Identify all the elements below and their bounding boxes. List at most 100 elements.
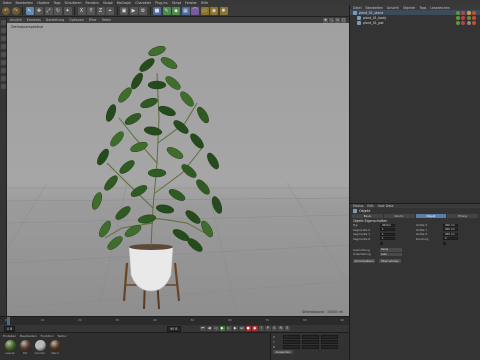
viewport-menu-item[interactable]: Ansicht xyxy=(10,18,22,22)
zoom-icon[interactable]: ⤡ xyxy=(329,17,334,23)
attr-menu-item[interactable]: Modus xyxy=(353,204,363,208)
viewport-menu-item[interactable]: Optionen xyxy=(69,18,84,22)
render-dot-icon[interactable] xyxy=(461,20,465,25)
camera-icon[interactable]: ◉ xyxy=(210,6,218,15)
object-manager-empty-area[interactable] xyxy=(350,25,480,203)
material-tag-icon[interactable] xyxy=(466,15,471,20)
render-picture-viewer-icon[interactable]: ▶ xyxy=(129,6,138,15)
cube-object-icon[interactable]: ■ xyxy=(153,6,161,15)
dropdown-select[interactable]: Auto xyxy=(380,252,402,256)
param-checkbox[interactable] xyxy=(443,241,447,245)
position-x-field[interactable] xyxy=(283,335,300,339)
edges-mode-icon[interactable] xyxy=(0,60,6,65)
viewport-menu-item[interactable]: Tafeln xyxy=(102,18,111,22)
menu-item[interactable]: Simulieren xyxy=(65,1,82,5)
go-to-start-icon[interactable]: ⏮ xyxy=(200,325,206,331)
menu-item[interactable]: MoGraph xyxy=(117,1,131,5)
position-key-icon[interactable]: P xyxy=(265,325,271,331)
menu-item[interactable]: Rendern xyxy=(86,1,99,5)
om-menu-item[interactable]: Datei xyxy=(353,6,362,10)
om-menu-item[interactable]: Bearbeiten xyxy=(366,6,384,10)
scale-tool-icon[interactable]: ⤢ xyxy=(44,6,53,15)
snap-icon[interactable] xyxy=(0,84,6,89)
om-menu-item[interactable]: Objekte xyxy=(403,6,415,10)
material-swatch[interactable]: Pot xyxy=(19,340,31,355)
axis-mode-icon[interactable] xyxy=(0,76,6,81)
param-value[interactable]: 0 xyxy=(443,237,458,241)
tab-object[interactable]: Objekt xyxy=(415,213,447,218)
material-menu-item[interactable]: Textur xyxy=(57,334,66,338)
menu-item[interactable]: Tags xyxy=(53,1,60,5)
points-mode-icon[interactable] xyxy=(0,52,6,57)
menu-item[interactable]: Skript xyxy=(172,1,181,5)
render-settings-icon[interactable]: ⚙ xyxy=(139,6,147,15)
material-swatch[interactable]: Ceramic xyxy=(34,340,46,355)
light-icon[interactable]: ✹ xyxy=(219,6,228,15)
step-back-icon[interactable]: ◁ xyxy=(213,325,219,331)
position-z-field[interactable] xyxy=(283,345,300,349)
material-tag-icon[interactable] xyxy=(466,20,471,25)
rotation-key-icon[interactable]: R xyxy=(278,325,284,331)
material-menu-item[interactable]: Funktion xyxy=(41,334,54,338)
start-frame-field[interactable]: 0 B xyxy=(4,325,16,332)
material-tag-icon[interactable] xyxy=(466,10,471,15)
param-key-icon[interactable]: ⠿ xyxy=(284,325,290,331)
render-dot-icon[interactable] xyxy=(461,10,465,15)
bend-deformer-icon[interactable]: ⌒ xyxy=(191,6,199,15)
viewport-menu-item[interactable]: Darstellung xyxy=(46,18,64,22)
om-menu-item[interactable]: Tags xyxy=(419,6,426,10)
render-dot-icon[interactable] xyxy=(461,15,465,20)
rotation-b-field[interactable] xyxy=(321,345,338,349)
size-x-field[interactable] xyxy=(302,335,319,339)
workplane-icon[interactable] xyxy=(0,44,6,49)
dropdown-select[interactable]: Keine xyxy=(380,248,402,252)
move-tool-icon[interactable]: ✥ xyxy=(35,6,43,15)
y-axis-lock-icon[interactable]: Y xyxy=(87,6,95,15)
end-frame-field[interactable]: 90 B xyxy=(167,325,181,332)
z-axis-lock-icon[interactable]: Z xyxy=(96,6,105,15)
tab-basic[interactable]: Basis xyxy=(352,213,383,218)
attr-menu-item[interactable]: Edit xyxy=(367,204,373,208)
array-icon[interactable]: ▦ xyxy=(181,6,190,15)
om-menu-item[interactable]: Ansicht xyxy=(387,6,399,10)
menu-item[interactable]: Plug-ins xyxy=(155,1,168,5)
size-z-field[interactable] xyxy=(302,345,319,349)
object-row[interactable]: plant_01_pot xyxy=(350,20,480,25)
material-menu-item[interactable]: Erstellen xyxy=(3,334,16,338)
texture-mode-icon[interactable] xyxy=(0,36,6,41)
param-value[interactable]: 200 cm xyxy=(443,228,458,232)
undo-icon[interactable]: ↶ xyxy=(2,6,10,15)
model-mode-icon[interactable] xyxy=(0,28,6,33)
recent-tool-icon[interactable]: ✦ xyxy=(63,6,72,15)
param-value[interactable]: Würfel xyxy=(380,223,395,227)
apply-button[interactable]: Anwenden xyxy=(273,350,293,354)
menu-item[interactable]: Fenster xyxy=(185,1,197,5)
material-swatch[interactable]: Leaves xyxy=(4,340,16,355)
rotation-h-field[interactable] xyxy=(321,335,338,339)
menu-item[interactable]: Hilfe xyxy=(201,1,208,5)
x-axis-lock-icon[interactable]: X xyxy=(77,6,86,15)
rotation-p-field[interactable] xyxy=(321,340,338,344)
size-y-field[interactable] xyxy=(302,340,319,344)
floor-object-icon[interactable]: ▭ xyxy=(200,6,209,15)
go-to-end-icon[interactable]: ⏭ xyxy=(239,325,245,331)
scale-key-icon[interactable]: S xyxy=(271,325,277,331)
redo-icon[interactable]: ↷ xyxy=(11,6,20,15)
om-menu-item[interactable]: Lesezeichen xyxy=(430,6,450,10)
phong-tag-icon[interactable] xyxy=(472,10,476,15)
menu-item[interactable]: Bearbeiten xyxy=(16,1,34,5)
visibility-dot-icon[interactable] xyxy=(455,20,460,25)
viewport-menu-item[interactable]: Filter xyxy=(89,18,97,22)
position-y-field[interactable] xyxy=(283,340,300,344)
coordinate-system-icon[interactable]: ⌖ xyxy=(106,6,114,15)
menu-item[interactable]: Charakter xyxy=(135,1,151,5)
reset-button[interactable]: Zurücksetzen xyxy=(353,258,375,263)
visibility-dot-icon[interactable] xyxy=(455,10,460,15)
auto-key-icon[interactable]: ◉ xyxy=(252,325,258,331)
toggle-view-icon[interactable]: ▢ xyxy=(341,17,346,23)
next-key-icon[interactable]: ▶ xyxy=(232,325,238,331)
menu-item[interactable]: Datei xyxy=(3,1,12,5)
tab-phong[interactable]: Phong xyxy=(447,213,478,218)
previous-key-icon[interactable]: ◀ xyxy=(206,325,212,331)
orbit-icon[interactable]: ↻ xyxy=(335,17,340,23)
